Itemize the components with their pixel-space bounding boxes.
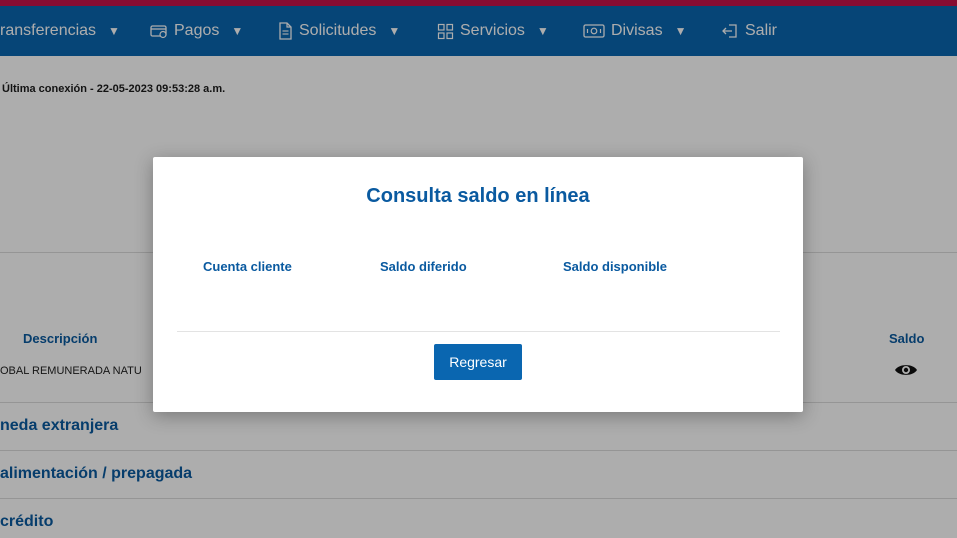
col-header-deferred-balance: Saldo diferido [380,259,467,274]
balance-modal: Consulta saldo en línea Cuenta cliente S… [153,157,803,412]
modal-divider [177,331,780,332]
col-header-client-account: Cuenta cliente [203,259,292,274]
col-header-available-balance: Saldo disponible [563,259,668,274]
modal-title: Consulta saldo en línea [366,185,590,207]
back-button[interactable]: Regresar [434,344,522,380]
